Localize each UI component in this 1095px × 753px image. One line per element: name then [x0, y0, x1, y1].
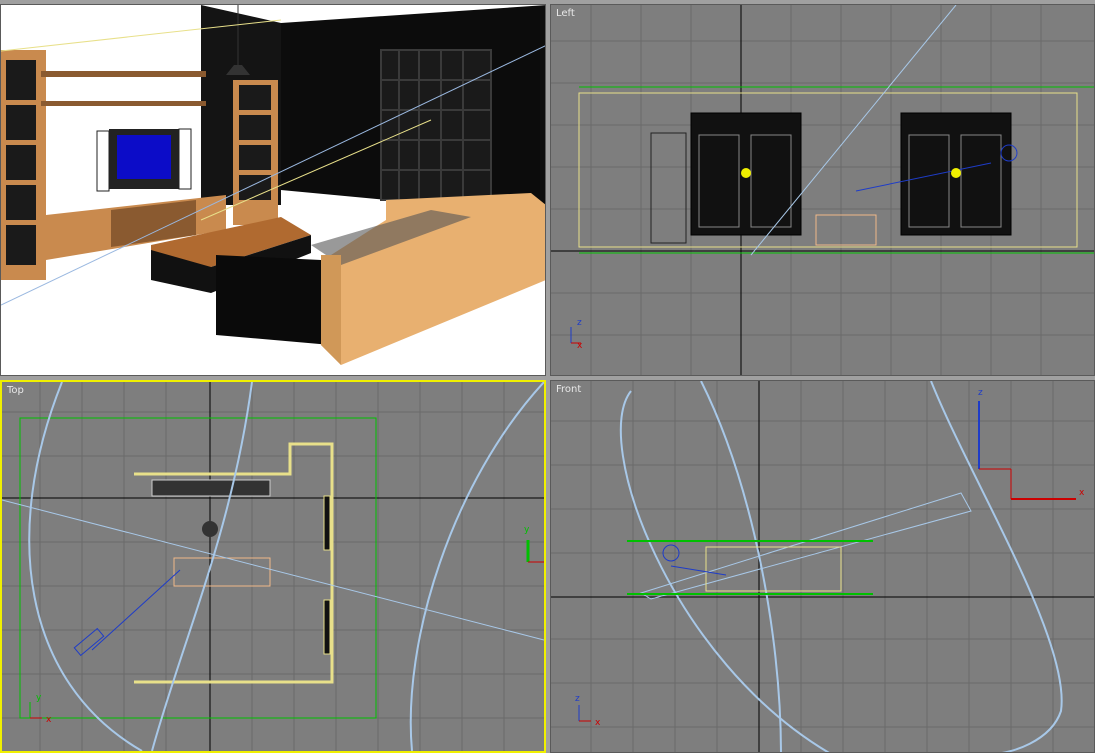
viewport-label-top[interactable]: Top — [7, 385, 24, 396]
viewport-label-front[interactable]: Front — [556, 384, 581, 395]
viewport-label-left[interactable]: Left — [556, 8, 575, 19]
left-viewport[interactable]: z x Left — [550, 4, 1095, 376]
top-viewport[interactable]: y x y Top — [0, 380, 546, 753]
svg-text:y: y — [524, 525, 530, 535]
svg-text:z: z — [577, 318, 582, 328]
perspective-viewport[interactable] — [0, 4, 546, 376]
svg-text:z: z — [575, 694, 580, 704]
svg-text:y: y — [36, 693, 42, 703]
top-wireframe: y x y — [2, 382, 544, 751]
svg-text:z: z — [978, 388, 983, 398]
perspective-render — [1, 5, 545, 375]
svg-text:x: x — [46, 715, 52, 725]
svg-text:x: x — [577, 341, 583, 351]
front-viewport[interactable]: z x z x Front — [550, 380, 1095, 753]
left-wireframe: z x — [551, 5, 1094, 375]
svg-text:x: x — [1079, 488, 1085, 498]
front-wireframe: z x z x — [551, 381, 1094, 752]
svg-text:x: x — [595, 718, 601, 728]
window-frames — [380, 49, 492, 201]
